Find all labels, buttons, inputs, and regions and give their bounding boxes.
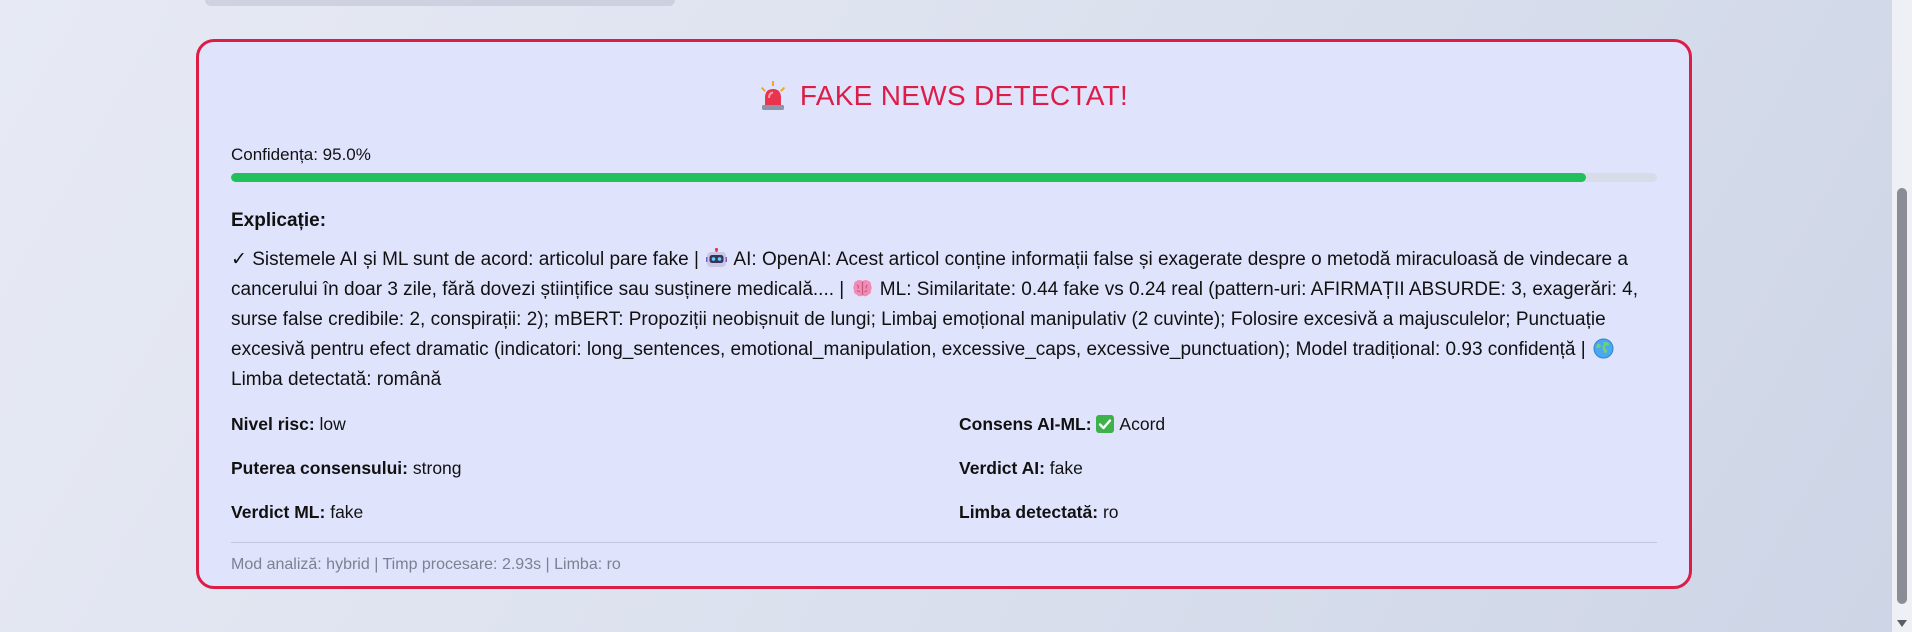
previous-card-edge	[205, 0, 675, 6]
detected-language-row: Limba detectată: ro	[959, 502, 1657, 522]
ml-verdict-value: fake	[330, 502, 364, 522]
confidence-progress-bar	[231, 173, 1657, 182]
consensus-strength-value: strong	[412, 458, 462, 478]
result-header: FAKE NEWS DETECTAT!	[231, 76, 1657, 116]
analysis-details-grid: Nivel risc: low Consens AI-ML: Acord Put…	[231, 414, 1657, 522]
globe-icon	[1593, 338, 1614, 359]
explanation-heading: Explicație:	[231, 210, 327, 231]
consensus-label: Consens AI-ML:	[959, 414, 1092, 434]
scroll-down-arrow-icon[interactable]	[1897, 620, 1907, 627]
ml-verdict-row: Verdict ML: fake	[231, 502, 959, 522]
page-scrollbar[interactable]	[1892, 0, 1912, 632]
scrollbar-thumb[interactable]	[1897, 188, 1907, 604]
explanation-part-consensus: ✓ Sistemele AI și ML sunt de acord: arti…	[231, 249, 705, 270]
consensus-strength-row: Puterea consensului: strong	[231, 458, 959, 478]
consensus-value: Acord	[1119, 414, 1166, 434]
detected-language-label: Limba detectată:	[959, 502, 1099, 522]
risk-level-row: Nivel risc: low	[231, 414, 959, 434]
ml-verdict-label: Verdict ML:	[231, 502, 326, 522]
ai-verdict-label: Verdict AI:	[959, 458, 1045, 478]
check-mark-icon	[1096, 415, 1115, 433]
risk-level-value: low	[319, 414, 346, 434]
brain-icon	[852, 278, 873, 299]
ai-verdict-row: Verdict AI: fake	[959, 458, 1657, 478]
siren-icon	[760, 81, 786, 111]
consensus-row: Consens AI-ML: Acord	[959, 414, 1657, 434]
explanation-text: ✓ Sistemele AI și ML sunt de acord: arti…	[231, 245, 1657, 395]
ai-verdict-value: fake	[1049, 458, 1083, 478]
consensus-strength-label: Puterea consensului:	[231, 458, 408, 478]
confidence-label: Confidența: 95.0%	[231, 145, 371, 164]
risk-level-label: Nivel risc:	[231, 414, 315, 434]
detected-language-value: ro	[1102, 502, 1119, 522]
alert-title: FAKE NEWS DETECTAT!	[799, 80, 1129, 111]
analysis-meta-footer: Mod analiză: hybrid | Timp procesare: 2.…	[231, 556, 621, 573]
explanation-part-language: Limba detectată: română	[231, 369, 442, 390]
fake-news-result-card: FAKE NEWS DETECTAT! Confidența: 95.0% Ex…	[196, 39, 1692, 589]
confidence-progress-fill	[231, 173, 1586, 182]
robot-icon	[706, 247, 728, 269]
footer-divider	[231, 542, 1657, 543]
